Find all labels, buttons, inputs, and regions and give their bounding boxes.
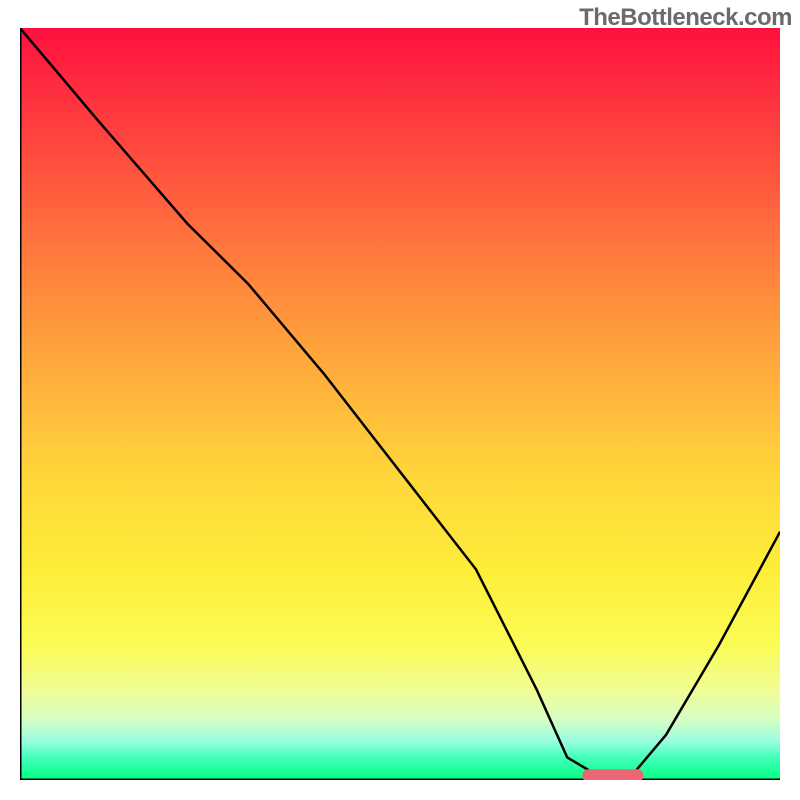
chart-container: TheBottleneck.com xyxy=(0,0,800,800)
bottleneck-curve xyxy=(20,28,780,780)
axis-frame xyxy=(20,28,780,780)
watermark-text: TheBottleneck.com xyxy=(579,4,792,32)
optimal-zone-marker xyxy=(582,769,643,780)
chart-svg xyxy=(20,28,780,780)
plot-area xyxy=(20,28,780,780)
